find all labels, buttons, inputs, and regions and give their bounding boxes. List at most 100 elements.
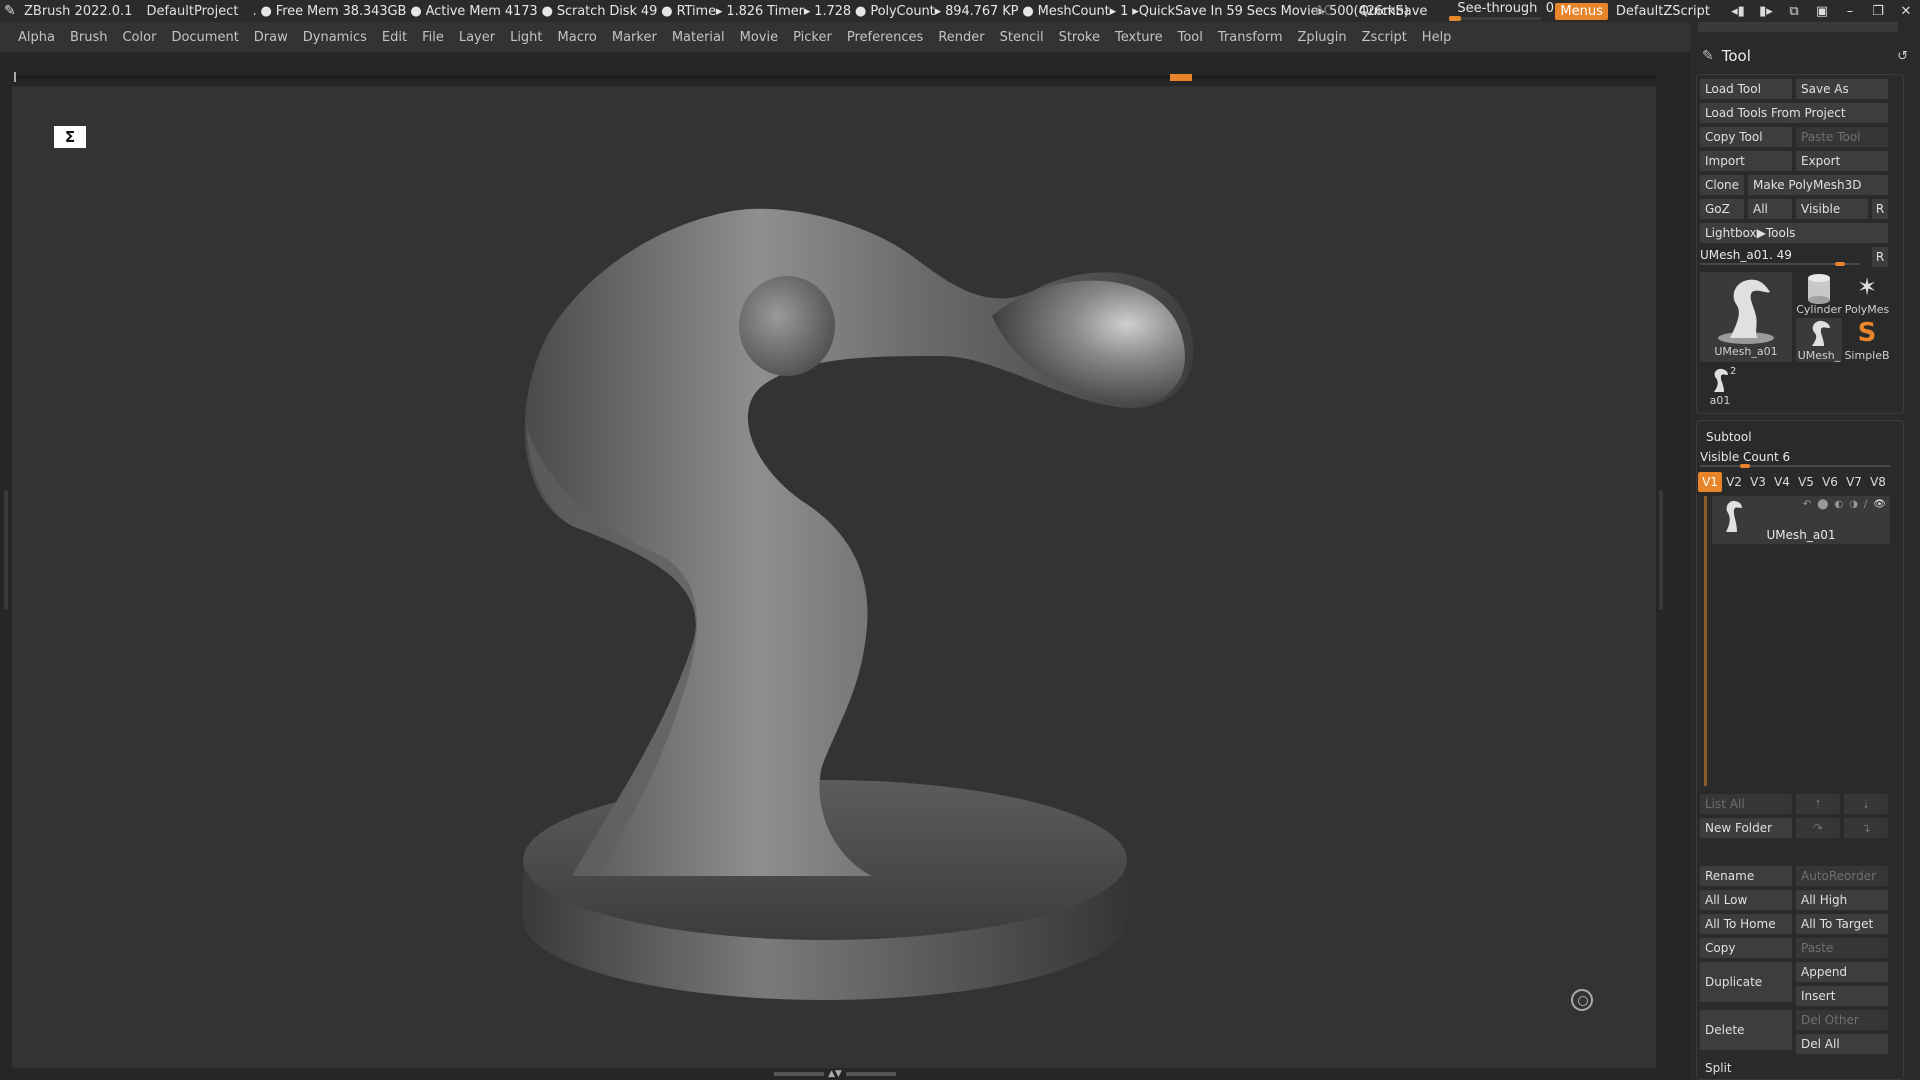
tool-thumb-umesh-small[interactable]: UMesh_ — [1796, 318, 1842, 362]
palette-scroll-stub[interactable] — [1698, 22, 1898, 32]
subtool-list[interactable]: ↶ ⬤ ◐ ◑ ∕ 👁 UMesh_a01 — [1704, 496, 1898, 788]
canvas-viewport[interactable]: Σ — [12, 86, 1656, 1068]
visibility-set-v3[interactable]: V3 — [1746, 472, 1770, 492]
copy-tool-button[interactable]: Copy Tool — [1700, 127, 1792, 147]
tray-right-icon[interactable]: ▮▸ — [1752, 4, 1780, 19]
menu-material[interactable]: Material — [672, 30, 725, 45]
tool-thumb-cylinder[interactable]: Cylinder — [1796, 272, 1842, 316]
tool-palette-header[interactable]: ✎ Tool ↺ — [1690, 44, 1920, 68]
menu-light[interactable]: Light — [510, 30, 542, 45]
all-to-target-button[interactable]: All To Target — [1796, 914, 1888, 934]
menu-stencil[interactable]: Stencil — [1000, 30, 1044, 45]
quicksave-button[interactable]: QuickSave — [1359, 4, 1428, 19]
subtool-title[interactable]: Subtool — [1706, 430, 1752, 444]
menu-dynamics[interactable]: Dynamics — [303, 30, 367, 45]
menu-macro[interactable]: Macro — [558, 30, 597, 45]
tool-thumb-polymesh[interactable]: ✶ PolyMes — [1844, 272, 1890, 316]
menu-movie[interactable]: Movie — [740, 30, 778, 45]
rename-button[interactable]: Rename — [1700, 866, 1792, 886]
ac-button[interactable]: AC — [1315, 4, 1333, 19]
visibility-set-v8[interactable]: V8 — [1866, 472, 1890, 492]
subtool-brush-icon[interactable]: ∕ — [1864, 499, 1867, 510]
goz-button[interactable]: GoZ — [1700, 199, 1744, 219]
auto-reorder-button[interactable]: AutoReorder — [1796, 866, 1888, 886]
subtool-polypaint-icon[interactable]: ⬤ — [1817, 499, 1828, 510]
menu-marker[interactable]: Marker — [612, 30, 657, 45]
goz-visible-button[interactable]: Visible — [1796, 199, 1868, 219]
menu-stroke[interactable]: Stroke — [1059, 30, 1100, 45]
subtool-list-scrollbar[interactable] — [1704, 496, 1707, 786]
menu-file[interactable]: File — [422, 30, 444, 45]
menu-alpha[interactable]: Alpha — [18, 30, 55, 45]
tool-thumb-umesh-a01[interactable]: UMesh_a01 — [1700, 272, 1792, 362]
split-button[interactable]: Split — [1700, 1058, 1888, 1078]
ui-layout-icon[interactable]: ▣ — [1808, 4, 1836, 19]
right-tray-handle[interactable] — [1659, 490, 1663, 610]
menu-picker[interactable]: Picker — [793, 30, 832, 45]
menu-texture[interactable]: Texture — [1115, 30, 1163, 45]
del-other-button[interactable]: Del Other — [1796, 1010, 1888, 1030]
reset-icon[interactable]: ↺ — [1897, 49, 1908, 64]
sculpt-model[interactable] — [12, 86, 1656, 1068]
duplicate-button[interactable]: Duplicate — [1700, 962, 1792, 1002]
paste-tool-button[interactable]: Paste Tool — [1796, 127, 1888, 147]
goz-r-button[interactable]: R — [1872, 199, 1888, 219]
subtool-undo-icon[interactable]: ↶ — [1803, 499, 1811, 510]
menu-layer[interactable]: Layer — [459, 30, 495, 45]
menu-draw[interactable]: Draw — [254, 30, 288, 45]
append-button[interactable]: Append — [1796, 962, 1888, 982]
see-through-thumb[interactable] — [1449, 16, 1462, 21]
tray-toggle-icon[interactable]: ▲▼ — [828, 1070, 842, 1079]
timeline-marker[interactable] — [1170, 74, 1192, 81]
folder-move-icon[interactable]: ↷ — [1796, 818, 1840, 838]
menu-render[interactable]: Render — [938, 30, 984, 45]
close-icon[interactable]: ✕ — [1892, 4, 1920, 19]
insert-button[interactable]: Insert — [1796, 986, 1888, 1006]
all-to-home-button[interactable]: All To Home — [1700, 914, 1792, 934]
delete-button[interactable]: Delete — [1700, 1010, 1792, 1050]
default-zscript-button[interactable]: DefaultZScript — [1616, 4, 1710, 19]
folder-arrow-icon[interactable]: ↴ — [1844, 818, 1888, 838]
load-tools-from-project-button[interactable]: Load Tools From Project — [1700, 103, 1888, 123]
tool-thumb-simpleb[interactable]: S SimpleB — [1844, 318, 1890, 362]
menu-help[interactable]: Help — [1422, 30, 1452, 45]
menu-zplugin[interactable]: Zplugin — [1298, 30, 1347, 45]
current-tool-thumb[interactable] — [1835, 262, 1845, 266]
menu-transform[interactable]: Transform — [1218, 30, 1283, 45]
current-tool-slider[interactable]: UMesh_a01. 49 — [1694, 246, 1870, 266]
menu-color[interactable]: Color — [122, 30, 156, 45]
subtool-lock-icon[interactable]: ◑ — [1849, 499, 1858, 510]
del-all-button[interactable]: Del All — [1796, 1034, 1888, 1054]
menu-preferences[interactable]: Preferences — [847, 30, 923, 45]
left-tray-handle[interactable] — [4, 490, 8, 610]
move-down-icon[interactable]: 🠓 — [1844, 794, 1888, 814]
visibility-set-v4[interactable]: V4 — [1770, 472, 1794, 492]
visibility-set-v5[interactable]: V5 — [1794, 472, 1818, 492]
tool-r-button[interactable]: R — [1872, 247, 1888, 267]
make-polymesh3d-button[interactable]: Make PolyMesh3D — [1748, 175, 1888, 195]
goz-all-button[interactable]: All — [1748, 199, 1792, 219]
tool-thumb-a01[interactable]: 2 a01 — [1700, 366, 1740, 408]
new-folder-button[interactable]: New Folder — [1700, 818, 1792, 838]
clone-button[interactable]: Clone — [1700, 175, 1744, 195]
list-all-button[interactable]: List All — [1700, 794, 1792, 814]
timeline[interactable] — [14, 72, 1656, 82]
minimize-icon[interactable]: – — [1836, 4, 1864, 19]
restore-icon[interactable]: ❐ — [1864, 4, 1892, 19]
menu-document[interactable]: Document — [171, 30, 238, 45]
lightbox-tools-button[interactable]: Lightbox▶Tools — [1700, 223, 1888, 243]
bottom-tray-handle[interactable]: ▲▼ — [770, 1070, 900, 1079]
menu-zscript[interactable]: Zscript — [1362, 30, 1407, 45]
all-low-button[interactable]: All Low — [1700, 890, 1792, 910]
navigation-gizmo-icon[interactable] — [1571, 989, 1593, 1011]
visibility-set-v2[interactable]: V2 — [1722, 472, 1746, 492]
import-button[interactable]: Import — [1700, 151, 1792, 171]
export-button[interactable]: Export — [1796, 151, 1888, 171]
visibility-set-v6[interactable]: V6 — [1818, 472, 1842, 492]
all-high-button[interactable]: All High — [1796, 890, 1888, 910]
save-as-button[interactable]: Save As — [1796, 79, 1888, 99]
visible-count-slider[interactable]: Visible Count 6 — [1694, 448, 1894, 468]
visibility-set-v7[interactable]: V7 — [1842, 472, 1866, 492]
menu-tool[interactable]: Tool — [1178, 30, 1203, 45]
visible-count-thumb[interactable] — [1739, 464, 1750, 468]
